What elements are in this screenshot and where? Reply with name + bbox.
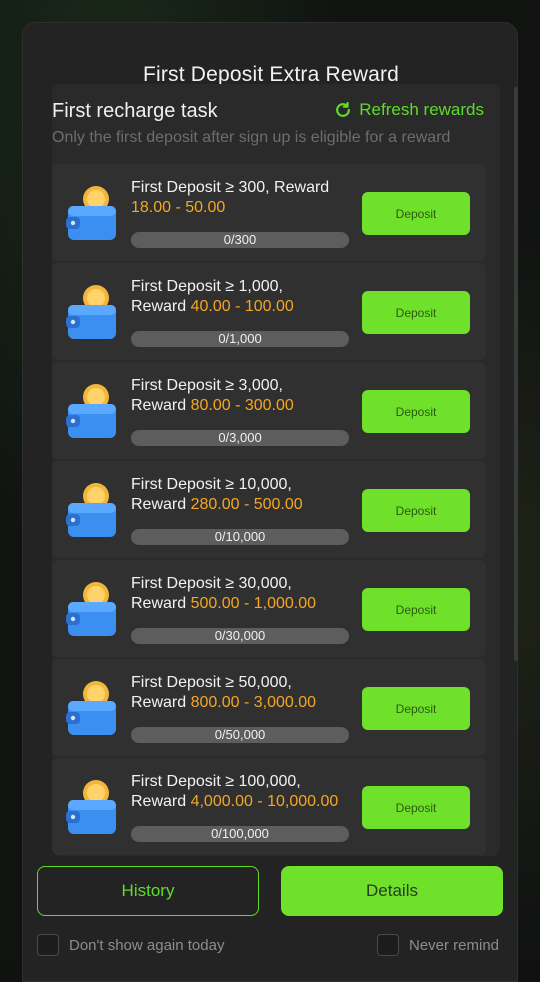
task-item: First Deposit ≥ 30,000, Reward 500.00 - …: [52, 560, 486, 659]
wallet-coin-icon: [66, 582, 116, 636]
task-card: First Deposit ≥ 100,000, Reward 4,000.00…: [52, 758, 486, 855]
scrollbar[interactable]: [514, 87, 518, 661]
dont-show-today-checkbox[interactable]: [37, 934, 59, 956]
task-progress-bar: 0/100,000: [131, 826, 349, 842]
task-card: First Deposit ≥ 300, Reward 18.00 - 50.0…: [52, 164, 486, 261]
task-threshold: First Deposit ≥ 10,000,: [131, 476, 292, 493]
task-item: First Deposit ≥ 10,000, Reward 280.00 - …: [52, 461, 486, 560]
deposit-button[interactable]: Deposit: [362, 687, 470, 730]
task-progress-text: 0/30,000: [214, 628, 266, 643]
task-panel: First recharge task Refresh rewards Only…: [52, 84, 500, 856]
wallet-coin-icon: [66, 483, 116, 537]
task-reward-prefix: Reward: [131, 595, 191, 612]
details-button[interactable]: Details: [281, 866, 503, 916]
task-reward-range: 80.00 - 300.00: [190, 397, 294, 414]
wallet-coin-icon: [66, 780, 116, 834]
task-reward-prefix: Reward: [131, 298, 191, 315]
task-progress-bar: 0/300: [131, 232, 349, 248]
task-progress-bar: 0/1,000: [131, 331, 349, 347]
task-card: First Deposit ≥ 1,000, Reward 40.00 - 10…: [52, 263, 486, 360]
task-progress-text: 0/10,000: [214, 529, 266, 544]
task-card: First Deposit ≥ 3,000, Reward 80.00 - 30…: [52, 362, 486, 459]
task-panel-subtitle: Only the first deposit after sign up is …: [52, 129, 451, 146]
never-remind-checkbox[interactable]: [377, 934, 399, 956]
task-reward-range: 18.00 - 50.00: [131, 199, 226, 216]
task-reward-range: 280.00 - 500.00: [190, 496, 303, 513]
task-progress-text: 0/50,000: [214, 727, 266, 742]
deposit-button[interactable]: Deposit: [362, 291, 470, 334]
task-list: First Deposit ≥ 300, Reward 18.00 - 50.0…: [52, 164, 486, 856]
wallet-coin-icon: [66, 285, 116, 339]
task-progress-text: 0/1,000: [218, 331, 262, 346]
task-threshold: First Deposit ≥ 30,000,: [131, 575, 292, 592]
task-reward-range: 40.00 - 100.00: [190, 298, 294, 315]
task-reward-prefix: Reward: [131, 397, 191, 414]
wallet-coin-icon: [66, 681, 116, 735]
task-reward-range: 4,000.00 - 10,000.00: [190, 793, 339, 810]
task-description: First Deposit ≥ 300, Reward 18.00 - 50.0…: [131, 178, 351, 218]
deposit-button[interactable]: Deposit: [362, 588, 470, 631]
task-description: First Deposit ≥ 10,000, Reward 280.00 - …: [131, 475, 351, 515]
wallet-coin-icon: [66, 384, 116, 438]
history-button[interactable]: History: [37, 866, 259, 916]
deposit-button[interactable]: Deposit: [362, 390, 470, 433]
task-item: First Deposit ≥ 300, Reward 18.00 - 50.0…: [52, 164, 486, 263]
task-reward-range: 500.00 - 1,000.00: [190, 595, 317, 612]
task-item: First Deposit ≥ 50,000, Reward 800.00 - …: [52, 659, 486, 758]
deposit-button[interactable]: Deposit: [362, 786, 470, 829]
task-progress-text: 0/300: [223, 232, 257, 247]
dont-show-today-option[interactable]: Don't show again today: [37, 934, 224, 956]
task-item: First Deposit ≥ 1,000, Reward 40.00 - 10…: [52, 263, 486, 362]
task-description: First Deposit ≥ 50,000, Reward 800.00 - …: [131, 673, 351, 713]
task-reward-range: 800.00 - 3,000.00: [190, 694, 317, 711]
task-threshold: First Deposit ≥ 1,000,: [131, 278, 283, 295]
task-reward-prefix: Reward: [131, 694, 191, 711]
refresh-icon: [336, 101, 351, 117]
task-card: First Deposit ≥ 50,000, Reward 800.00 - …: [52, 659, 486, 756]
refresh-rewards-label: Refresh rewards: [359, 100, 484, 119]
task-panel-title: First recharge task: [52, 100, 218, 122]
task-card: First Deposit ≥ 30,000, Reward 500.00 - …: [52, 560, 486, 657]
deposit-button[interactable]: Deposit: [362, 192, 470, 235]
task-threshold: First Deposit ≥ 100,000,: [131, 773, 301, 790]
task-reward-prefix: Reward: [131, 793, 191, 810]
task-progress-text: 0/100,000: [211, 826, 269, 841]
task-description: First Deposit ≥ 1,000, Reward 40.00 - 10…: [131, 277, 351, 317]
task-progress-bar: 0/30,000: [131, 628, 349, 644]
task-description: First Deposit ≥ 3,000, Reward 80.00 - 30…: [131, 376, 351, 416]
task-description: First Deposit ≥ 30,000, Reward 500.00 - …: [131, 574, 351, 614]
task-progress-text: 0/3,000: [218, 430, 262, 445]
never-remind-label: Never remind: [409, 936, 500, 954]
task-reward-prefix: Reward: [131, 496, 191, 513]
task-item: First Deposit ≥ 100,000, Reward 4,000.00…: [52, 758, 486, 856]
deposit-button[interactable]: Deposit: [362, 489, 470, 532]
task-threshold: First Deposit ≥ 3,000,: [131, 377, 283, 394]
dont-show-today-label: Don't show again today: [69, 936, 225, 954]
task-progress-bar: 0/10,000: [131, 529, 349, 545]
task-progress-bar: 0/50,000: [131, 727, 349, 743]
task-threshold: First Deposit ≥ 300, Reward: [131, 179, 330, 196]
task-item: First Deposit ≥ 3,000, Reward 80.00 - 30…: [52, 362, 486, 461]
task-progress-bar: 0/3,000: [131, 430, 349, 446]
task-description: First Deposit ≥ 100,000, Reward 4,000.00…: [131, 772, 351, 812]
never-remind-option[interactable]: Never remind: [377, 934, 499, 956]
task-threshold: First Deposit ≥ 50,000,: [131, 674, 292, 691]
task-card: First Deposit ≥ 10,000, Reward 280.00 - …: [52, 461, 486, 558]
refresh-rewards-button[interactable]: Refresh rewards: [333, 100, 484, 120]
wallet-coin-icon: [66, 186, 116, 240]
